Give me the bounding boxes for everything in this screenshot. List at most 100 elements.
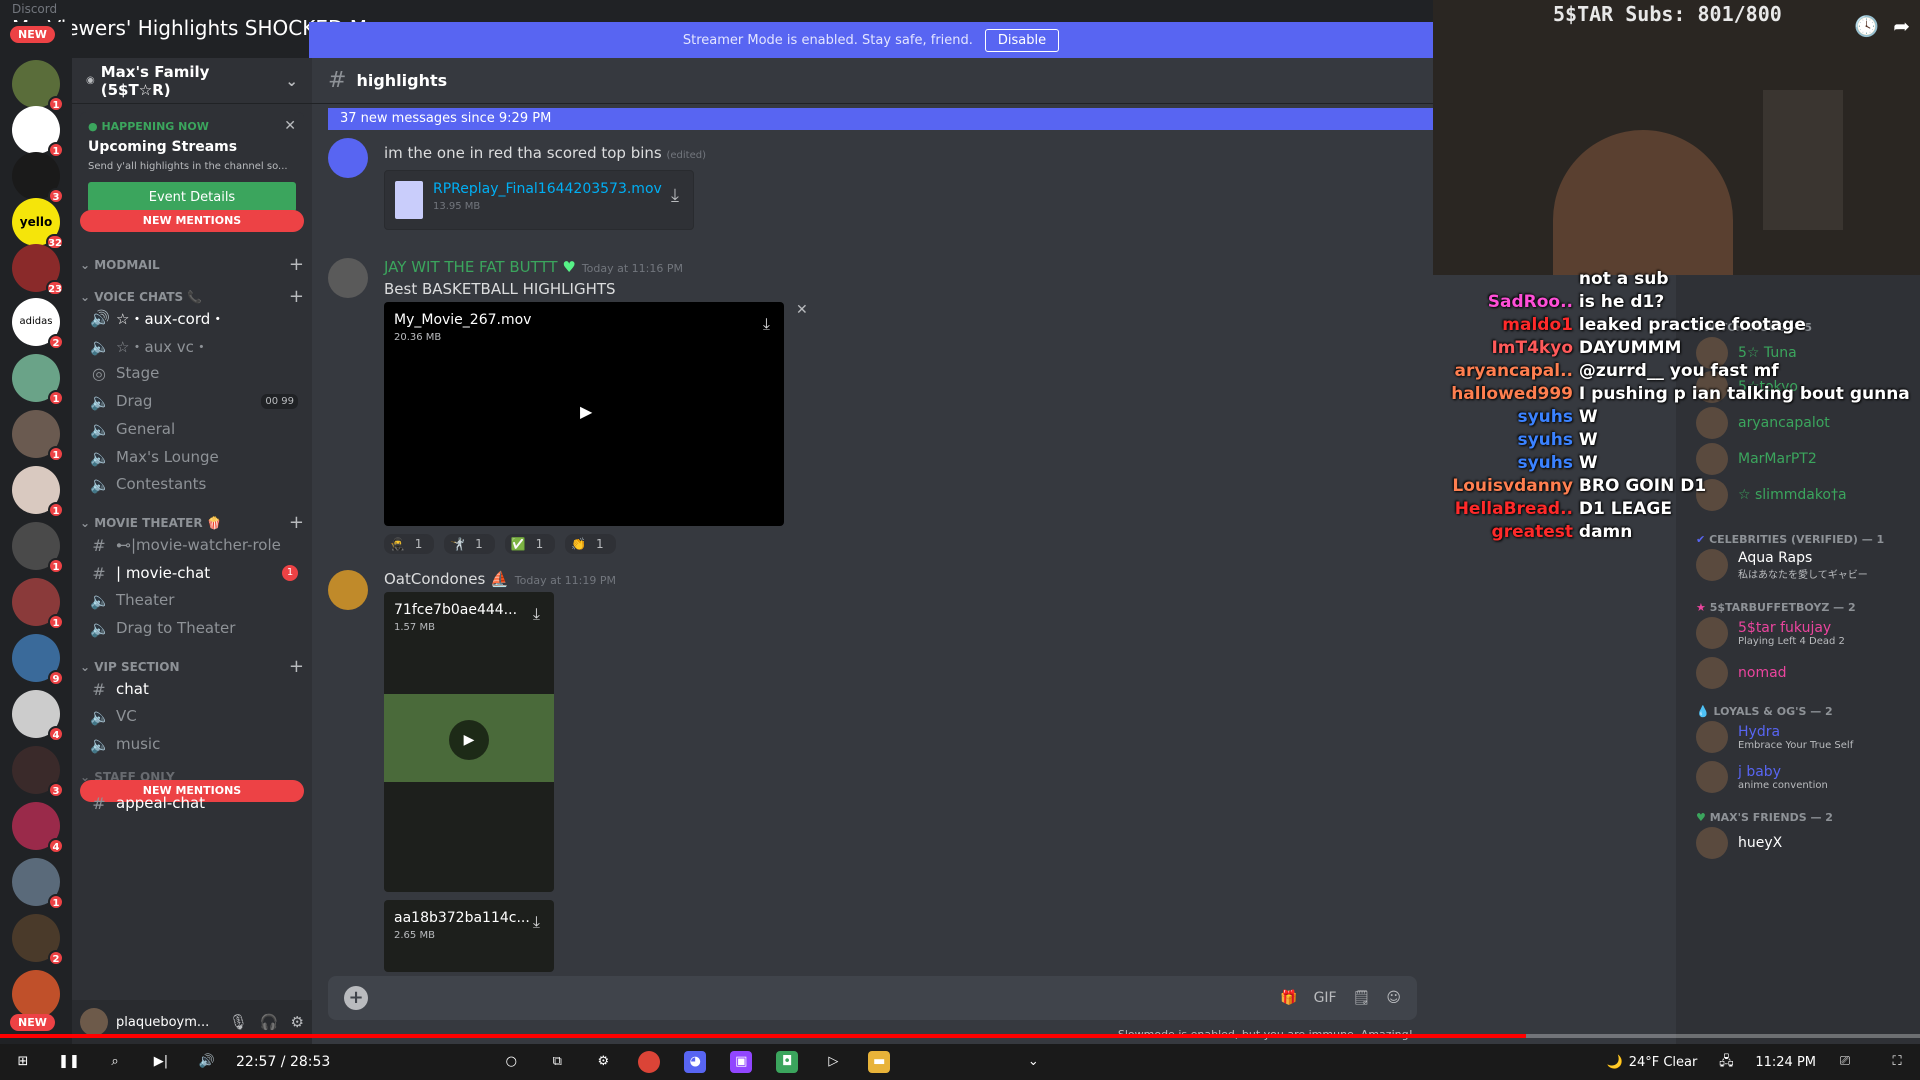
chrome-icon[interactable] [638,1051,661,1073]
server-icon[interactable]: 4 [12,802,64,854]
reaction[interactable]: 🤺 1 [444,534,495,554]
volume-icon[interactable]: 🔊 [196,1051,218,1073]
download-icon[interactable]: ⤓ [533,604,540,624]
twitch-icon[interactable]: ▣ [730,1051,753,1073]
channel-stage[interactable]: ◎ Stage [82,358,304,388]
server-icon[interactable]: 1 [12,578,64,630]
windows-start-icon[interactable]: ⊞ [12,1051,34,1073]
server-icon[interactable]: 1 [12,858,64,910]
new-badge-bottom[interactable]: NEW [10,1014,55,1031]
channel-chat[interactable]: # chat [82,674,304,704]
channel-drag-to-theater[interactable]: 🔈 Drag to Theater [82,613,304,643]
server-icon[interactable]: 3 [12,746,64,798]
new-mentions-pill[interactable]: NEW MENTIONS [80,210,304,232]
avatar[interactable] [328,258,368,298]
twitch-chat-username[interactable]: greatest [1405,522,1573,542]
new-messages-bar[interactable]: 37 new messages since 9:29 PM [328,108,1433,130]
reaction[interactable]: 👏 1 [565,534,616,554]
member-item[interactable]: aryancapalot [1696,407,1830,439]
channel-theater[interactable]: 🔈 Theater [82,585,304,615]
avatar[interactable] [328,570,368,610]
channel-vc[interactable]: 🔈 VC [82,701,304,731]
add-attachment-icon[interactable]: + [344,986,368,1010]
network-icon[interactable]: 🖧 [1715,1051,1737,1073]
channel-movie-chat[interactable]: # | movie-chat 1 [82,558,304,588]
server-icon[interactable]: 4 [12,690,64,742]
play-icon[interactable]: ▶ [580,402,592,421]
twitch-chat-username[interactable]: Louisvdanny [1405,476,1573,496]
server-header[interactable]: ◉ Max's Family (5$T☆R) ⌄ [72,58,312,104]
download-icon[interactable]: ⤓ [671,185,679,206]
server-icon[interactable]: 1 [12,466,64,518]
search-icon[interactable]: ⌕ [104,1051,126,1073]
channel-maxs-lounge[interactable]: 🔈 Max's Lounge [82,442,304,472]
server-icon[interactable]: 1 [12,354,64,406]
microphone-icon[interactable]: 🎙 [229,1013,248,1031]
fullscreen-icon[interactable]: ⛶ [1886,1051,1908,1073]
server-icon[interactable]: 1 [12,410,64,462]
video-player[interactable]: aa18b372ba114c... 2.65 MB ⤓ [384,900,554,972]
server-icon-adidas[interactable]: adidas 2 [12,298,64,350]
emoji-icon[interactable]: ☺ [1386,990,1401,1006]
twitch-chat-username[interactable]: HellaBread.. [1405,499,1573,519]
gear-icon[interactable]: ⚙ [291,1013,304,1031]
server-icon[interactable]: 1 [12,522,64,574]
member-item[interactable]: j baby anime convention [1696,761,1828,793]
server-icon[interactable]: 2 [12,914,64,966]
cast-icon[interactable]: ⎚ [1834,1051,1856,1073]
avatar[interactable] [328,138,368,178]
add-channel-icon[interactable]: + [289,254,304,275]
video-progress-bar[interactable] [0,1034,1920,1038]
gear-icon[interactable]: ⚙ [592,1051,614,1073]
discord-icon[interactable]: ◕ [684,1051,707,1073]
member-item[interactable]: MarMarPT2 [1696,443,1817,475]
disable-button[interactable]: Disable [984,28,1060,52]
twitch-chat-username[interactable]: aryancapal.. [1405,361,1573,381]
reaction[interactable]: 🥷 1 [384,534,435,554]
channel-aux-vc[interactable]: 🔈 ☆・aux vc・ [82,331,304,361]
folder-icon[interactable]: ▬ [868,1051,891,1073]
twitch-chat-username[interactable]: syuhs [1405,453,1573,473]
server-icon[interactable] [12,970,60,1018]
channel-appeal-chat[interactable]: # appeal-chat [82,788,304,818]
member-item[interactable]: ☆ slimmdako†a [1696,479,1847,511]
gift-icon[interactable]: 🎁 [1280,990,1297,1006]
event-details-button[interactable]: Event Details [88,182,296,212]
channel-music[interactable]: 🔈 music [82,729,304,759]
member-item[interactable]: hueyX [1696,827,1782,859]
channel-general[interactable]: 🔈 General [82,414,304,444]
twitch-chat-username[interactable]: SadRoo.. [1405,292,1573,312]
new-badge-top[interactable]: NEW [10,26,55,43]
server-icon[interactable]: 3 [12,152,64,204]
media-player-icon[interactable]: ▷ [822,1051,844,1073]
twitch-chat-username[interactable]: syuhs [1405,407,1573,427]
headphones-icon[interactable]: 🎧 [260,1013,279,1031]
server-icon[interactable]: 23 [12,244,64,296]
close-icon[interactable]: ✕ [796,302,808,318]
twitch-chat-username[interactable]: hallowed999 [1405,384,1573,404]
message-input[interactable]: + 🎁 GIF 🗒 ☺ [328,976,1417,1020]
video-player[interactable]: 71fce7b0ae444... 1.57 MB ⤓ ▶ [384,592,554,892]
channel-movie-watcher-role[interactable]: # ⊷|movie-watcher-role [82,530,304,560]
video-player[interactable]: My_Movie_267.mov 20.36 MB ⤓ ▶ [384,302,784,526]
server-icon[interactable]: 9 [12,634,64,686]
sticker-icon[interactable]: 🗒 [1353,990,1371,1006]
pause-icon[interactable]: ❚❚ [58,1051,80,1073]
member-item[interactable]: Hydra Embrace Your True Self [1696,721,1853,753]
message-author[interactable]: OatCondones ⛵ Today at 11:19 PM [384,570,616,588]
twitch-chat-username[interactable]: syuhs [1405,430,1573,450]
download-icon[interactable]: ⤓ [533,912,540,932]
server-icon-yello[interactable]: yello 32 [12,198,64,250]
channel-aux-cord[interactable]: 🔊 ☆・aux-cord・ [82,303,304,333]
channel-drag[interactable]: 🔈 Drag 00 99 [82,386,304,416]
member-item[interactable]: Aqua Raps 私はあなたを愛してギャビー [1696,549,1868,581]
server-icon[interactable]: 1 [12,106,64,158]
play-icon[interactable]: ▶ [449,720,489,760]
clock-icon[interactable]: 🕓 [1854,14,1879,38]
avatar[interactable] [80,1008,108,1036]
app-icon[interactable]: ◘ [776,1051,799,1073]
download-icon[interactable]: ⤓ [763,314,770,334]
chevron-down-icon[interactable]: ⌄ [1022,1051,1044,1073]
message-author[interactable]: JAY WIT THE FAT BUTTT ♥ Today at 11:16 PM [384,258,683,276]
twitch-chat-username[interactable]: maldo1 [1405,315,1573,335]
